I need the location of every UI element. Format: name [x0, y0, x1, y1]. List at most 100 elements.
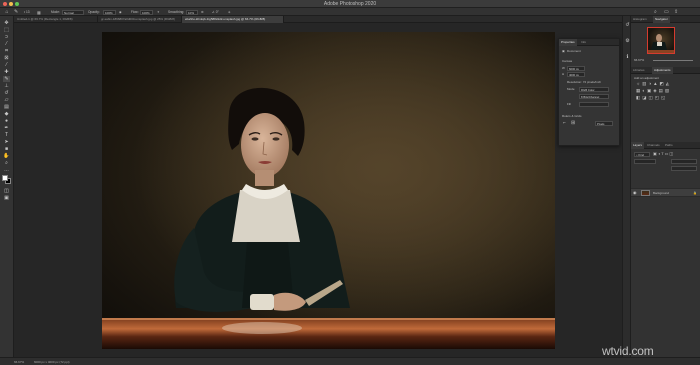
layer-opacity-field[interactable]	[671, 159, 697, 164]
tab-libraries[interactable]: Libraries	[631, 67, 647, 74]
tab-channels[interactable]: Channels	[645, 142, 662, 149]
tab-adjustments[interactable]: Adjustments	[652, 67, 673, 74]
flow-label: Flow:	[131, 9, 139, 14]
brush-preset-icon[interactable]: ✎	[14, 9, 22, 15]
adjustments-tabs: Libraries Adjustments	[631, 67, 700, 74]
home-icon[interactable]: ⌂	[4, 9, 10, 15]
document-info[interactable]: 6000 px x 4000 px (72 ppi)	[34, 359, 70, 365]
layer-filter-select[interactable]: ⌕ Kind	[634, 152, 650, 157]
app-title: Adobe Photoshop 2020	[323, 1, 377, 7]
panel-icon-strip: ↺ ⚙ ℹ	[622, 16, 630, 357]
adjustment-icons-row-3[interactable]: ◧◪◫◰◱	[636, 95, 667, 100]
brush-settings-icon[interactable]: ▦	[37, 10, 43, 15]
layer-row-background[interactable]: ◉ Background 🔒	[631, 188, 700, 197]
pressure-opacity-icon[interactable]: ◉	[119, 10, 125, 15]
navigator-zoom-slider[interactable]	[653, 60, 693, 61]
quick-mask-icon[interactable]: ◫	[3, 188, 10, 194]
share-icon[interactable]: ⇪	[674, 9, 680, 15]
frame-icon[interactable]: ⊠	[3, 55, 10, 61]
navigator-thumbnail[interactable]	[647, 27, 675, 54]
portrait-image	[102, 32, 555, 349]
brush-icon[interactable]: ✎	[3, 76, 10, 82]
smoothing-options-icon[interactable]: ⚙	[201, 10, 207, 15]
visibility-eye-icon[interactable]: ◉	[633, 190, 637, 195]
shape-icon[interactable]: ■	[3, 146, 10, 152]
fill-label: Fill	[567, 102, 571, 106]
gradient-icon[interactable]: ▤	[3, 104, 10, 110]
canvas-label: Canvas	[562, 59, 573, 63]
pen-icon[interactable]: ✒	[3, 125, 10, 131]
adjustment-icons-row-2[interactable]: ▦◐▣◈▤▧	[636, 88, 671, 93]
move-icon[interactable]: ✥	[3, 20, 10, 26]
stamp-icon[interactable]: ⊥	[3, 83, 10, 89]
layer-fill-field[interactable]	[671, 166, 697, 171]
layer-filter-icons[interactable]: ▣◑T▭◫	[653, 152, 674, 156]
zoom-level[interactable]: 66.67%	[14, 359, 24, 365]
flow-field[interactable]: 100%	[140, 9, 153, 15]
ruler-icon[interactable]: ⌐	[563, 121, 566, 126]
angle-icon[interactable]: ∠ 0°	[212, 10, 224, 15]
right-panel-dock: Histogram Navigator 66.67% Libraries Adj…	[630, 16, 700, 357]
document-tab-bar: Untitled-1 @ 66.7% (Rectangle 1, RGB/8) …	[14, 16, 622, 23]
opacity-field[interactable]: 100%	[103, 9, 116, 15]
document-tab[interactable]: gr-sabin-1896807a0d000-unsplash.jpg @ 25…	[98, 16, 182, 23]
blend-mode-select[interactable]	[634, 159, 656, 164]
grid-icon[interactable]: ⊞	[571, 121, 575, 126]
tab-histogram[interactable]: Histogram	[631, 16, 649, 23]
canvas-area[interactable]	[14, 23, 622, 357]
zoom-icon[interactable]: ⌕	[3, 160, 10, 166]
status-bar: 66.67% 6000 px x 4000 px (72 ppi)	[0, 357, 700, 365]
resolution-text: Resolution: 72 pixels/inch	[567, 80, 602, 84]
adjustment-hint: Add an adjustment	[634, 76, 660, 80]
width-field[interactable]: 6000 px	[567, 66, 585, 71]
mode-select[interactable]: RGB Color	[579, 87, 609, 92]
width-label: W	[562, 66, 565, 70]
lasso-icon[interactable]: ↄ	[3, 34, 10, 40]
brush-size-dropdown[interactable]: • 13	[24, 10, 34, 15]
document-tab-active[interactable]: ebahho-kfmkqb-1tg588s9d2-unsplash.jpg @ …	[182, 16, 284, 23]
height-field[interactable]: 4000 px	[567, 72, 585, 77]
more-tools-icon[interactable]: …	[3, 167, 10, 173]
blur-icon[interactable]: ◆	[3, 111, 10, 117]
symmetry-icon[interactable]: ⎈	[228, 10, 234, 15]
smoothing-label: Smoothing:	[168, 9, 185, 14]
crop-icon[interactable]: ⌗	[3, 48, 10, 54]
dodge-icon[interactable]: ●	[3, 118, 10, 124]
foreground-color-swatch[interactable]	[2, 175, 8, 181]
lock-icon: 🔒	[693, 191, 697, 195]
tab-navigator[interactable]: Navigator	[653, 16, 670, 23]
document-canvas[interactable]	[102, 32, 555, 349]
watermark: wtvid.com	[602, 344, 654, 358]
tab-properties[interactable]: Properties	[559, 39, 577, 46]
adjustment-icons-row-1[interactable]: ☼▥◑▲◩◭	[636, 81, 671, 86]
tab-layers[interactable]: Layers	[631, 142, 645, 149]
navigator-preview-image	[648, 34, 674, 53]
fill-select[interactable]	[579, 102, 609, 107]
screen-mode-icon[interactable]: ▣	[3, 195, 10, 201]
history-brush-icon[interactable]: ↺	[3, 90, 10, 96]
mode-select[interactable]: Normal	[62, 9, 84, 15]
search-icon[interactable]: ⌕	[654, 9, 660, 15]
depth-select[interactable]: 8 Bits/Channel	[579, 94, 609, 99]
tab-info[interactable]: Info	[579, 39, 588, 46]
layer-thumbnail	[641, 190, 650, 196]
opacity-label: Opacity:	[88, 9, 100, 14]
properties-tabs: Properties Info	[559, 39, 619, 46]
navigator-zoom[interactable]: 66.67%	[634, 58, 644, 62]
eyedropper-icon[interactable]: ⁄	[3, 62, 10, 68]
eraser-icon[interactable]: ▱	[3, 97, 10, 103]
units-select[interactable]: Pixels	[595, 121, 613, 126]
document-tab[interactable]: Untitled-1 @ 66.7% (Rectangle 1, RGB/8)	[14, 16, 98, 23]
marquee-icon[interactable]: ⬚	[3, 27, 10, 33]
type-icon[interactable]: T	[3, 132, 10, 138]
workspace-icon[interactable]: ▭	[664, 9, 670, 15]
airbrush-icon[interactable]: ✈	[157, 10, 163, 15]
healing-icon[interactable]: ✚	[3, 69, 10, 75]
layer-name: Background	[653, 191, 670, 195]
tab-paths[interactable]: Paths	[663, 142, 675, 149]
hand-icon[interactable]: ✋	[3, 153, 10, 159]
options-bar: ⌂ ✎ • 13 ▦ Mode: Normal Opacity: 100% ◉ …	[0, 8, 700, 16]
path-select-icon[interactable]: ➤	[3, 139, 10, 145]
magic-wand-icon[interactable]: ⁄	[3, 41, 10, 47]
smoothing-field[interactable]: 10%	[186, 9, 198, 15]
